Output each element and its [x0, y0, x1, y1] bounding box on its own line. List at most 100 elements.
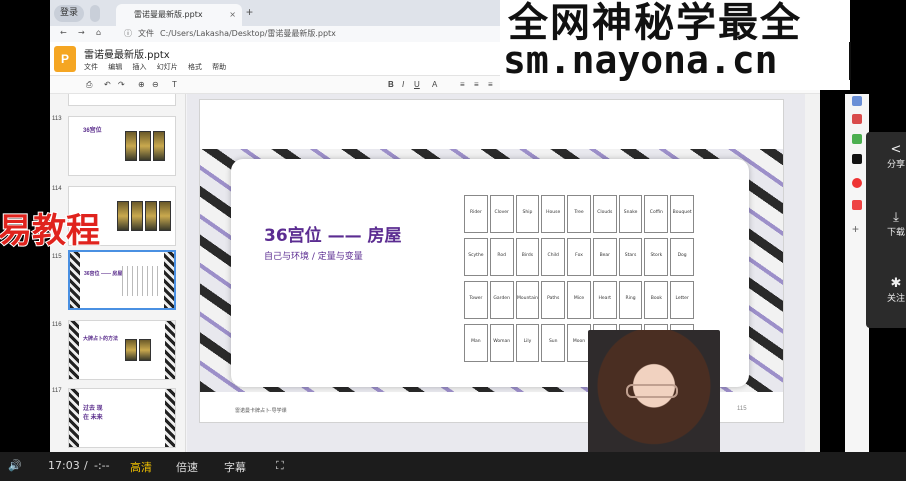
grid-cell[interactable]: Ship [515, 195, 540, 233]
home-icon[interactable]: ⌂ [96, 28, 101, 37]
menu-edit[interactable]: 编辑 [108, 63, 122, 71]
grid-cell[interactable]: Mice [567, 281, 591, 319]
address-path[interactable]: C:/Users/Lakasha/Desktop/雷诺曼最新版.pptx [160, 28, 336, 39]
grid-cell[interactable]: Dog [670, 238, 695, 276]
speed-button[interactable]: 倍速 [176, 459, 198, 475]
grid-cell[interactable]: Tower [464, 281, 488, 319]
grid-cell[interactable]: Scythe [464, 238, 488, 276]
grid-cell[interactable]: Ring [618, 281, 643, 319]
menu-file[interactable]: 文件 [84, 63, 98, 71]
grid-cell[interactable]: Birds [515, 238, 540, 276]
menu-slide[interactable]: 幻灯片 [157, 63, 178, 71]
grid-cell[interactable]: Clouds [592, 195, 617, 233]
slide-number: 115 [52, 254, 62, 260]
sidebar-icon[interactable] [852, 178, 862, 188]
align-right-icon[interactable]: ≡ [488, 80, 493, 89]
back-icon[interactable]: ← [60, 28, 67, 37]
zoom-out-icon[interactable]: ⊖ [152, 80, 159, 89]
download-icon: ⤓ [893, 210, 899, 225]
tab-active[interactable]: 雷诺曼最新版.pptx × [116, 4, 242, 26]
quality-button[interactable]: 高清 [130, 459, 152, 475]
document-filename[interactable]: 雷诺曼最新版.pptx [84, 46, 170, 61]
share-button[interactable]: < 分享 [886, 142, 906, 170]
grid-cell[interactable]: Bouquet [670, 195, 695, 233]
profile-button[interactable]: 登录 [54, 5, 85, 22]
tab-title: 雷诺曼最新版.pptx [134, 10, 203, 19]
grid-cell[interactable]: Mountain [515, 281, 540, 319]
slide-number: 114 [52, 186, 62, 192]
vertical-scrollbar[interactable] [805, 94, 820, 452]
fullscreen-icon[interactable]: ⛶ [276, 459, 284, 473]
slide-number: 113 [52, 116, 62, 122]
presenter-glasses [626, 384, 678, 398]
follow-button[interactable]: ✱ 关注 [886, 276, 906, 304]
grid-cell[interactable]: Rod [489, 238, 514, 276]
grid-cell[interactable]: Fox [567, 238, 591, 276]
grid-cell[interactable]: Stars [618, 238, 643, 276]
undo-icon[interactable]: ↶ [104, 80, 111, 89]
grid-cell[interactable]: Sun [541, 324, 566, 362]
watermark-url: sm.nayona.cn [503, 38, 778, 82]
subtitles-button[interactable]: 字幕 [224, 459, 246, 475]
slide-thumbnail-selected[interactable]: 36宫位 —— 房屋 [68, 250, 176, 310]
grid-cell[interactable]: Clover [489, 195, 514, 233]
grid-cell[interactable]: Coffin [644, 195, 669, 233]
menu-help[interactable]: 帮助 [212, 63, 226, 71]
align-center-icon[interactable]: ≡ [474, 80, 479, 89]
time-separator: / [84, 459, 88, 472]
menu-format[interactable]: 格式 [188, 63, 202, 71]
redo-icon[interactable]: ↷ [118, 80, 125, 89]
share-icon: < [890, 142, 902, 157]
add-icon[interactable]: + [852, 223, 862, 235]
sidebar-icon[interactable] [852, 96, 862, 106]
current-time: 17:03 [48, 459, 80, 472]
grid-cell[interactable]: Garden [489, 281, 514, 319]
slide-thumbnail-panel[interactable]: 113 36宫位 114 115 36宫位 —— 房屋 116 大牌占卜的方法 … [50, 94, 186, 452]
slide-thumbnail[interactable]: 过去 现在 未来 [68, 388, 176, 448]
grid-cell[interactable]: Man [464, 324, 488, 362]
close-tab-icon[interactable]: × [229, 4, 236, 26]
sidebar-icon[interactable] [852, 154, 862, 164]
slide-thumbnail[interactable]: 大牌占卜的方法 [68, 320, 176, 380]
grid-cell[interactable]: Heart [592, 281, 617, 319]
slide-thumbnail[interactable]: 36宫位 [68, 116, 176, 176]
grid-cell[interactable]: Child [541, 238, 566, 276]
zoom-in-icon[interactable]: ⊕ [138, 80, 145, 89]
text-box-icon[interactable]: T [172, 80, 177, 89]
sidebar-icon[interactable] [852, 200, 862, 210]
grid-cell[interactable]: Rider [464, 195, 488, 233]
grid-cell[interactable]: Woman [489, 324, 514, 362]
grid-cell[interactable]: Stork [644, 238, 669, 276]
font-color-button[interactable]: A [432, 80, 437, 89]
grid-row: Tower Garden Mountain Paths Mice Heart Ring Boo… [464, 281, 696, 319]
sidebar-icon[interactable] [852, 134, 862, 144]
grid-cell[interactable]: Book [644, 281, 669, 319]
grid-cell[interactable]: Paths [541, 281, 566, 319]
slide-title[interactable]: 36宫位 —— 房屋 [264, 221, 402, 246]
slide-footer: 雷诺曼卡牌占卜·导学课 [235, 408, 287, 414]
slide-thumbnail[interactable] [68, 94, 176, 106]
address-label: 文件 [138, 29, 154, 38]
sidebar-icon[interactable] [852, 114, 862, 124]
print-icon[interactable]: ⎙ [86, 80, 92, 90]
bold-button[interactable]: B [388, 80, 394, 89]
video-frame: 登录 雷诺曼最新版.pptx × + ← → ⌂ ⓘ 文件 C:/Users/L… [0, 0, 906, 481]
italic-button[interactable]: I [402, 80, 404, 89]
tab-list-icon[interactable] [90, 5, 100, 22]
menu-insert[interactable]: 插入 [132, 63, 146, 71]
forward-icon[interactable]: → [78, 28, 85, 37]
slide-subtitle[interactable]: 自己与环境 / 定量与变量 [264, 249, 363, 262]
volume-icon[interactable]: 🔊 [8, 459, 22, 472]
underline-button[interactable]: U [414, 80, 420, 89]
grid-cell[interactable]: Tree [567, 195, 591, 233]
download-button[interactable]: ⤓ 下载 [886, 210, 906, 238]
video-side-panel: < 分享 ⤓ 下载 ✱ 关注 [866, 132, 906, 328]
grid-cell[interactable]: Letter [670, 281, 695, 319]
grid-cell[interactable]: Bear [592, 238, 617, 276]
grid-cell[interactable]: Snake [618, 195, 643, 233]
slide-number: 116 [52, 322, 62, 328]
grid-cell[interactable]: House [541, 195, 566, 233]
new-tab-button[interactable]: + [246, 5, 253, 19]
align-left-icon[interactable]: ≡ [460, 80, 465, 89]
grid-cell[interactable]: Lily [515, 324, 540, 362]
